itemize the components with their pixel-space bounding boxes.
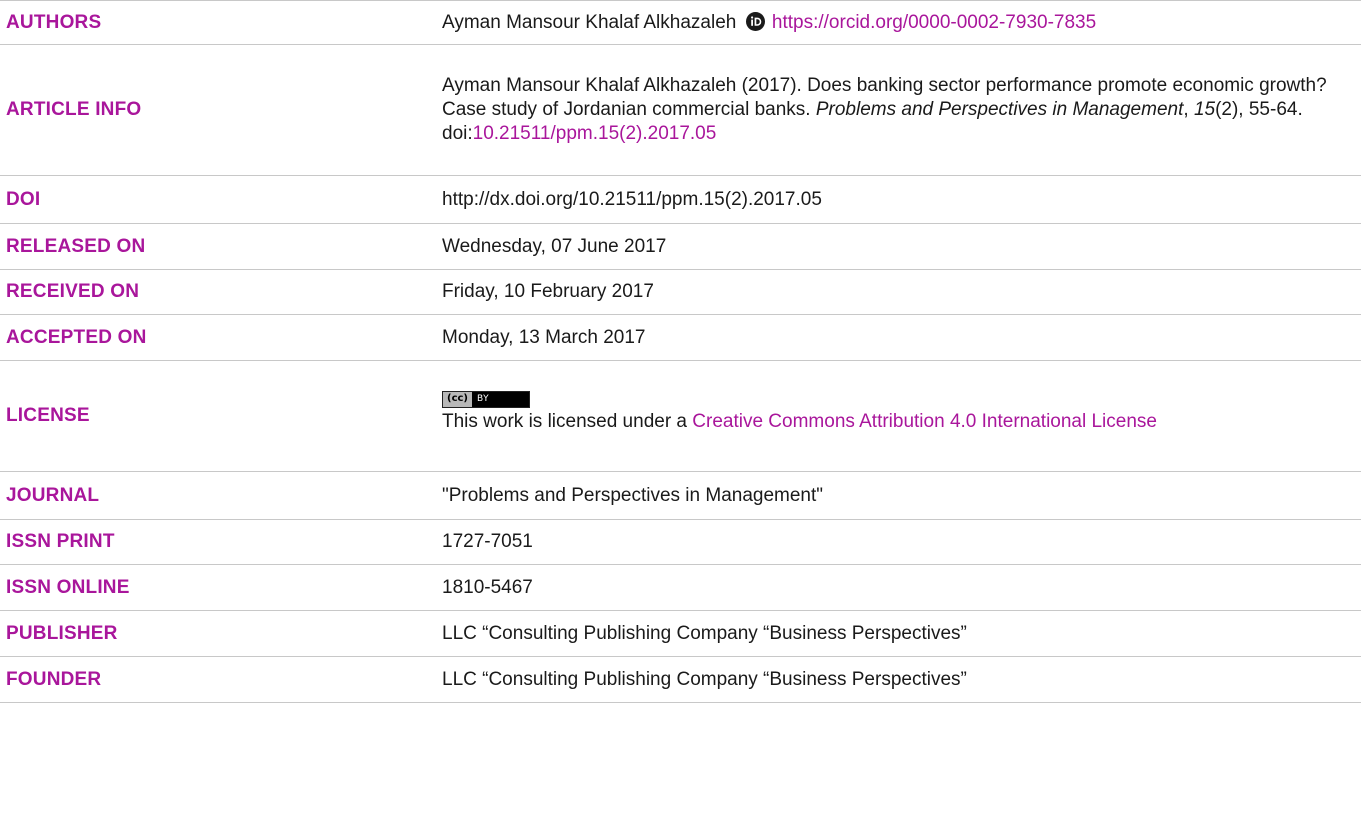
- citation-issue-pages: (2), 55-64.: [1215, 99, 1303, 120]
- accepted-on-label: ACCEPTED ON: [6, 326, 147, 348]
- row-issn-print: ISSN PRINT 1727-7051: [0, 520, 1361, 565]
- issn-print-value: 1727-7051: [442, 531, 533, 552]
- journal-label: JOURNAL: [6, 484, 100, 506]
- doi-url: http://dx.doi.org/10.21511/ppm.15(2).201…: [442, 188, 822, 210]
- issn-print-label: ISSN PRINT: [6, 531, 115, 552]
- row-accepted-on: ACCEPTED ON Monday, 13 March 2017: [0, 315, 1361, 361]
- citation-journal: Problems and Perspectives in Management: [815, 99, 1184, 120]
- citation-separator: ,: [1183, 99, 1194, 120]
- doi-value: http://dx.doi.org/10.21511/ppm.15(2).201…: [442, 176, 1351, 223]
- license-label: LICENSE: [6, 405, 90, 426]
- cc-icon: (cc): [443, 391, 472, 407]
- journal-value: "Problems and Perspectives in Management…: [442, 484, 824, 506]
- row-license: LICENSE (cc) BY This work is licensed un…: [0, 361, 1361, 472]
- released-on-label: RELEASED ON: [6, 235, 146, 257]
- license-value: (cc) BY This work is licensed under a Cr…: [442, 361, 1351, 471]
- row-article-info: ARTICLE INFO Ayman Mansour Khalaf Alkhaz…: [0, 45, 1361, 176]
- row-doi: DOI http://dx.doi.org/10.21511/ppm.15(2)…: [0, 176, 1361, 224]
- cc-by-badge[interactable]: (cc) BY: [442, 390, 530, 408]
- released-on-value: Wednesday, 07 June 2017: [442, 235, 667, 257]
- authors-value: Ayman Mansour Khalaf Alkhazaleh https://…: [442, 1, 1351, 44]
- article-info-value: Ayman Mansour Khalaf Alkhazaleh (2017). …: [442, 45, 1351, 175]
- citation-volume: 15: [1193, 99, 1216, 120]
- row-journal: JOURNAL "Problems and Perspectives in Ma…: [0, 472, 1361, 520]
- received-on-value: Friday, 10 February 2017: [442, 281, 654, 302]
- license-link[interactable]: Creative Commons Attribution 4.0 Interna…: [692, 411, 1157, 432]
- orcid-link[interactable]: https://orcid.org/0000-0002-7930-7835: [772, 12, 1096, 33]
- doi-label: DOI: [6, 188, 41, 210]
- by-icon: BY: [477, 394, 490, 404]
- orcid-icon: [745, 11, 765, 31]
- founder-label: FOUNDER: [6, 668, 102, 690]
- row-issn-online: ISSN ONLINE 1810-5467: [0, 565, 1361, 611]
- citation-doi-link[interactable]: 10.21511/ppm.15(2).2017.05: [473, 123, 717, 144]
- row-received-on: RECEIVED ON Friday, 10 February 2017: [0, 270, 1361, 315]
- doi-prefix: doi:: [442, 123, 473, 144]
- founder-value: LLC “Consulting Publishing Company “Busi…: [442, 668, 967, 690]
- authors-label: AUTHORS: [6, 11, 102, 33]
- row-authors: AUTHORS Ayman Mansour Khalaf Alkhazaleh …: [0, 0, 1361, 45]
- row-released-on: RELEASED ON Wednesday, 07 June 2017: [0, 224, 1361, 270]
- publisher-value: LLC “Consulting Publishing Company “Busi…: [442, 622, 967, 644]
- issn-online-value: 1810-5467: [442, 576, 533, 598]
- author-name: Ayman Mansour Khalaf Alkhazaleh: [442, 11, 737, 33]
- license-text: This work is licensed under a: [442, 410, 693, 432]
- article-info-label: ARTICLE INFO: [6, 99, 142, 120]
- row-publisher: PUBLISHER LLC “Consulting Publishing Com…: [0, 611, 1361, 657]
- accepted-on-value: Monday, 13 March 2017: [442, 326, 646, 348]
- issn-online-label: ISSN ONLINE: [6, 576, 130, 598]
- row-founder: FOUNDER LLC “Consulting Publishing Compa…: [0, 657, 1361, 703]
- publisher-label: PUBLISHER: [6, 622, 118, 644]
- received-on-label: RECEIVED ON: [6, 281, 140, 302]
